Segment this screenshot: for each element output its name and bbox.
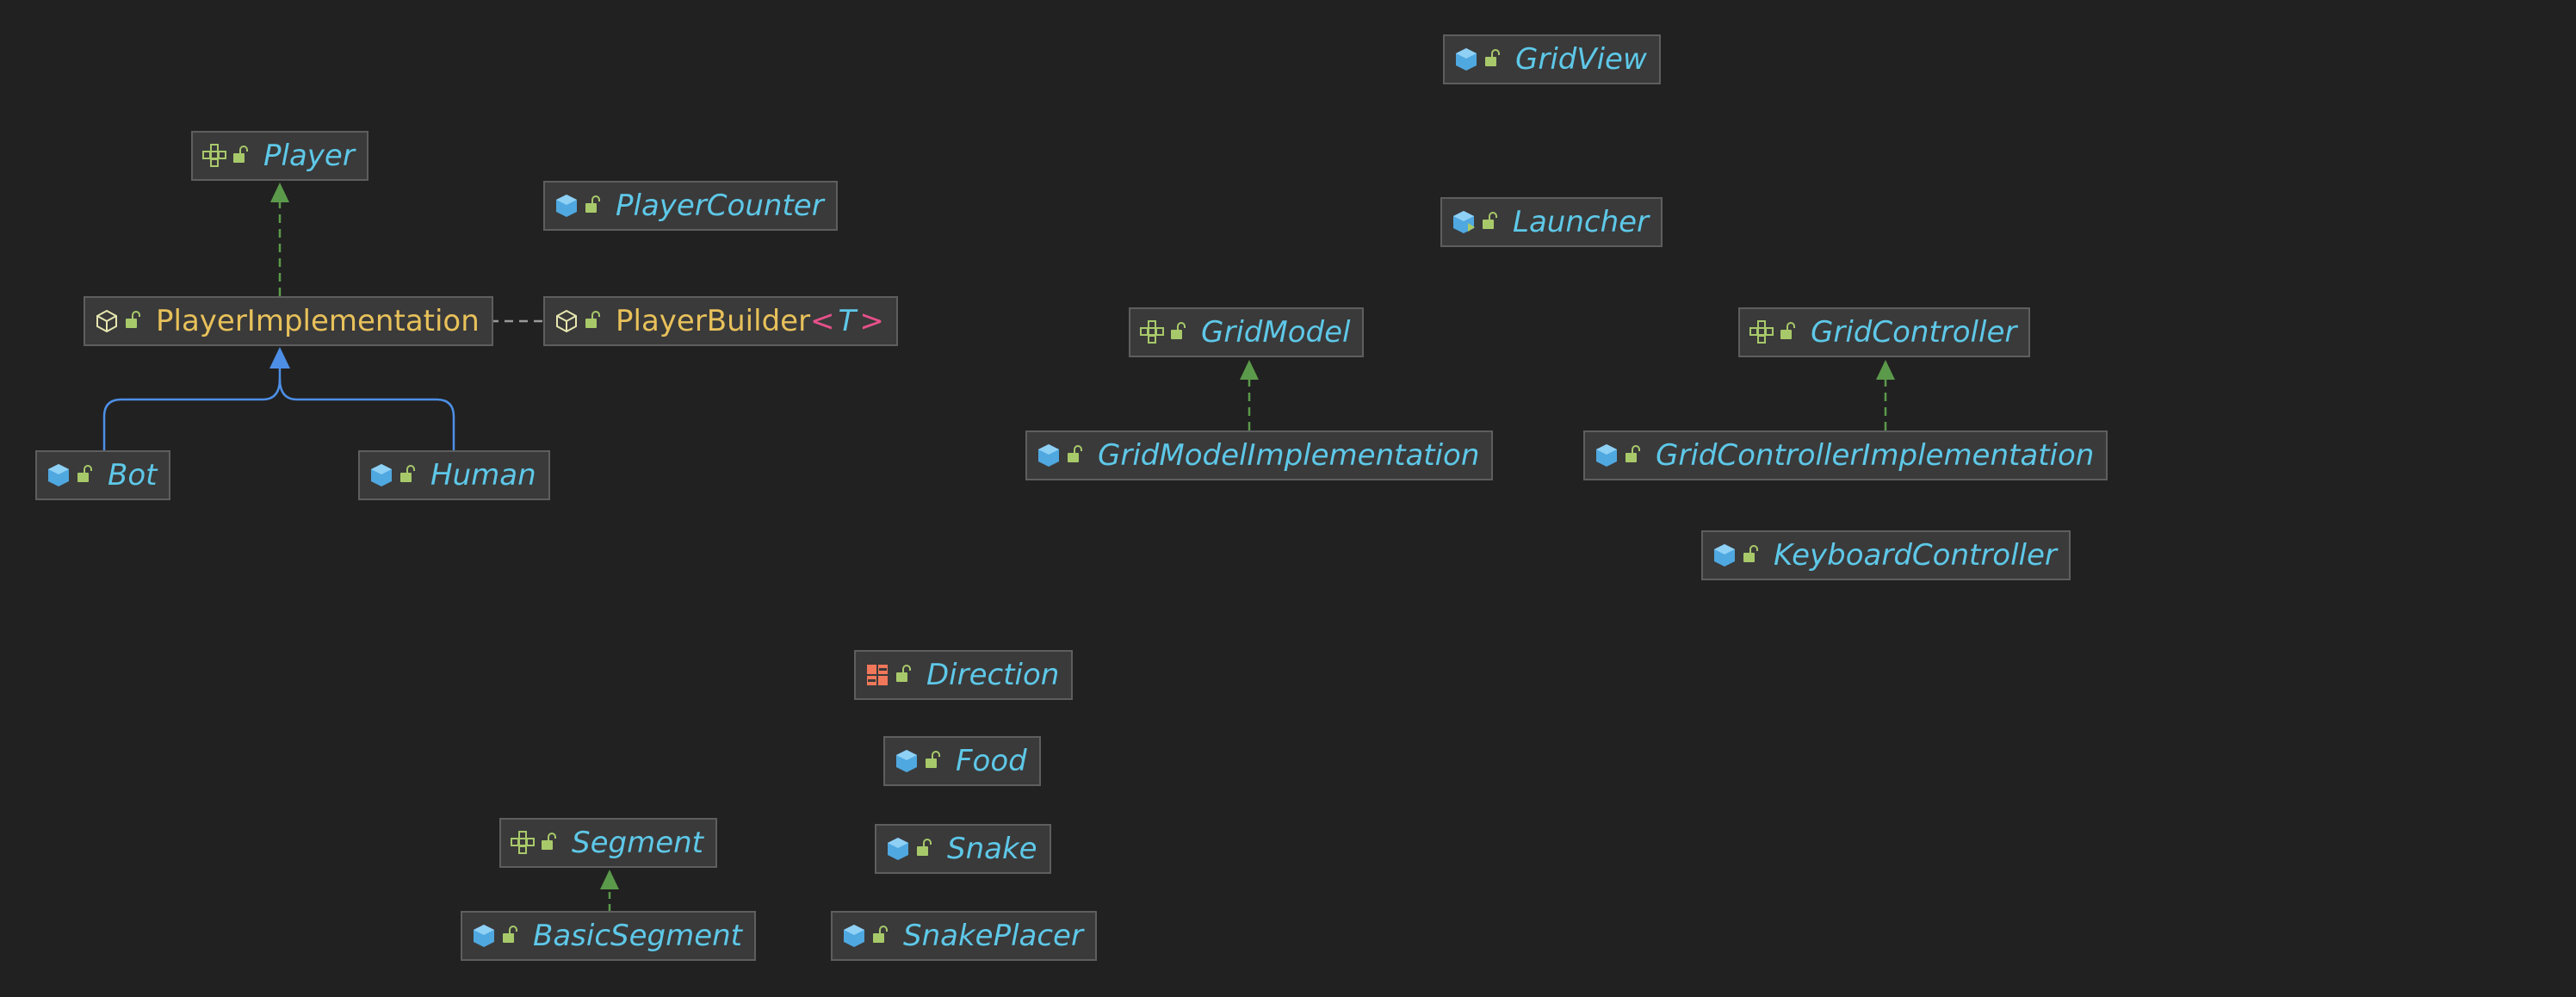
node-basicsegment[interactable]: BasicSegment — [461, 911, 757, 961]
lock-icon — [583, 195, 604, 216]
node-playercounter[interactable]: PlayerCounter — [543, 181, 838, 231]
class-icon — [894, 748, 920, 774]
lock-icon — [123, 311, 144, 331]
interface-icon — [510, 830, 536, 856]
node-direction[interactable]: Direction — [854, 650, 1074, 700]
lock-icon — [75, 465, 96, 486]
node-label: Player — [263, 139, 355, 173]
lock-icon — [398, 465, 418, 486]
lock-icon — [539, 833, 560, 853]
enum-icon — [864, 662, 890, 688]
edge-gridcontrollerimplementation-to-gridcontroller — [1876, 360, 1895, 430]
node-launcher[interactable]: Launcher — [1440, 197, 1663, 247]
type-bracket-close: > — [859, 304, 884, 338]
node-playerbuilder[interactable]: PlayerBuilder < T > — [543, 296, 898, 346]
node-keyboardcontroller[interactable]: KeyboardController — [1701, 530, 2071, 580]
lock-icon — [1065, 445, 1086, 466]
node-label: SnakePlacer — [903, 919, 1083, 953]
node-food[interactable]: Food — [883, 736, 1041, 786]
lock-icon — [1623, 445, 1644, 466]
node-label: GridView — [1515, 42, 1647, 77]
node-label: GridController — [1811, 315, 2017, 350]
node-snake[interactable]: Snake — [875, 824, 1051, 874]
node-gridmodelimplementation[interactable]: GridModelImplementation — [1025, 430, 1494, 480]
class-icon — [368, 462, 394, 488]
lock-icon — [914, 839, 935, 859]
class-icon — [1453, 46, 1479, 72]
node-label: KeyboardController — [1774, 538, 2057, 573]
interface-icon — [1749, 319, 1774, 345]
edge-playerimplementation-to-player — [270, 183, 289, 296]
edge-basicsegment-to-segment — [600, 870, 619, 911]
lock-icon — [1778, 322, 1799, 343]
lock-icon — [500, 926, 521, 946]
node-label: BasicSegment — [533, 919, 743, 953]
diagram-canvas: Player PlayerCounter PlayerImplementatio… — [0, 0, 2576, 997]
interface-icon — [1139, 319, 1165, 345]
node-human[interactable]: Human — [358, 450, 550, 500]
lock-icon — [1168, 322, 1189, 343]
lock-icon — [870, 926, 891, 946]
node-label: PlayerBuilder — [616, 304, 811, 338]
node-gridmodel[interactable]: GridModel — [1129, 307, 1365, 357]
node-label: Human — [430, 458, 536, 492]
class-icon — [554, 193, 579, 219]
node-label: Snake — [947, 832, 1037, 866]
node-label: Bot — [108, 458, 158, 492]
node-label: PlayerImplementation — [156, 304, 480, 338]
open-class-icon — [94, 308, 120, 334]
lock-icon — [583, 311, 604, 331]
interface-icon — [201, 143, 227, 169]
node-label: PlayerCounter — [616, 189, 824, 223]
lock-icon — [1741, 545, 1762, 566]
lock-icon — [1480, 212, 1501, 232]
node-label: Direction — [926, 658, 1060, 692]
edge-bot-human-to-playerimplementation — [102, 347, 455, 450]
node-gridcontrollerimplementation[interactable]: GridControllerImplementation — [1583, 430, 2108, 480]
node-segment[interactable]: Segment — [499, 818, 717, 868]
node-bot[interactable]: Bot — [35, 450, 171, 500]
node-gridcontroller[interactable]: GridController — [1738, 307, 2031, 357]
lock-icon — [923, 751, 944, 771]
class-icon — [885, 836, 911, 862]
node-label: GridModel — [1201, 315, 1351, 350]
class-icon — [841, 923, 867, 949]
node-label: Food — [956, 744, 1027, 778]
open-class-icon — [554, 308, 579, 334]
node-player[interactable]: Player — [191, 131, 368, 181]
lock-icon — [231, 146, 251, 166]
edge-gridmodelimplementation-to-gridmodel — [1240, 360, 1259, 430]
class-icon — [1594, 443, 1619, 468]
node-label: GridModelImplementation — [1098, 438, 1480, 473]
node-playerimplementation[interactable]: PlayerImplementation — [84, 296, 493, 346]
lock-icon — [894, 665, 914, 685]
lock-icon — [1483, 49, 1503, 70]
node-label: GridControllerImplementation — [1656, 438, 2095, 473]
node-gridview[interactable]: GridView — [1443, 34, 1661, 84]
type-bracket-open: < — [810, 304, 835, 338]
node-label: Segment — [572, 826, 703, 860]
class-icon — [1712, 542, 1737, 568]
node-label: Launcher — [1513, 205, 1650, 239]
class-icon — [46, 462, 71, 488]
node-snakeplacer[interactable]: SnakePlacer — [831, 911, 1097, 961]
class-icon — [1036, 443, 1062, 468]
launcher-class-icon — [1451, 209, 1477, 235]
class-icon — [471, 923, 497, 949]
type-parameter: T — [838, 304, 857, 338]
